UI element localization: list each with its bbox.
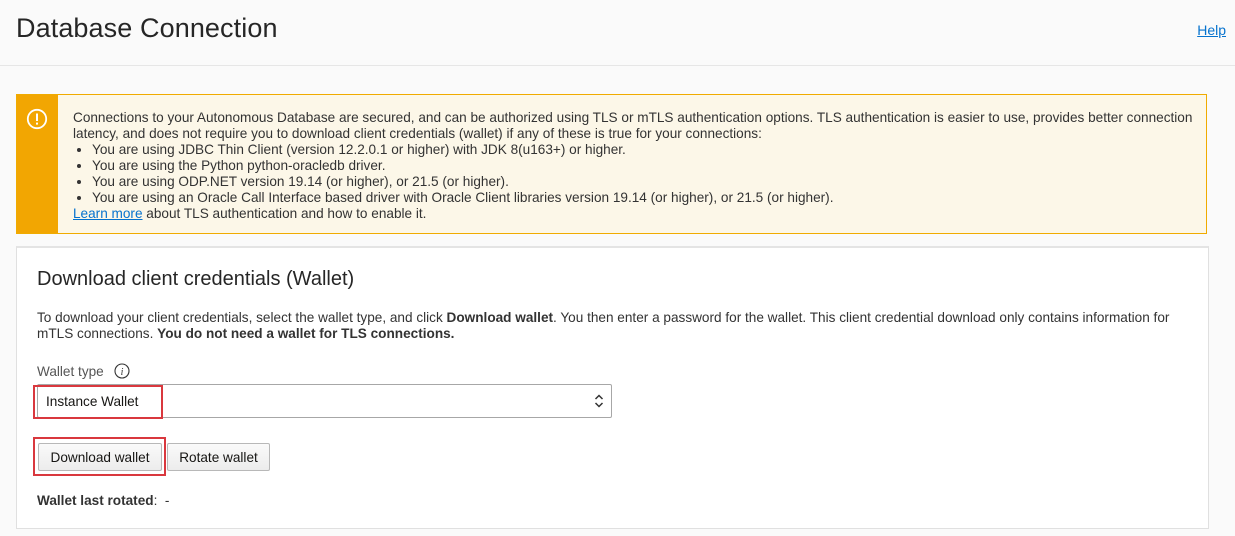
warning-circle-icon: [26, 108, 48, 130]
help-link[interactable]: Help: [1197, 22, 1226, 38]
wallet-card: Download client credentials (Wallet) To …: [16, 246, 1209, 529]
wallet-desc-text: To download your client credentials, sel…: [37, 310, 447, 325]
info-icon[interactable]: i: [114, 363, 130, 379]
wallet-last-rotated-label: Wallet last rotated: [37, 493, 154, 508]
rotate-wallet-button[interactable]: Rotate wallet: [167, 443, 270, 471]
wallet-type-label: Wallet type: [37, 364, 104, 379]
learn-more-suffix: about TLS authentication and how to enab…: [142, 206, 427, 221]
page-header: Database Connection Help: [0, 0, 1235, 66]
wallet-type-selected-value: Instance Wallet: [46, 394, 139, 409]
wallet-type-select[interactable]: Instance Wallet: [37, 384, 612, 418]
wallet-card-title: Download client credentials (Wallet): [37, 268, 355, 290]
wallet-description: To download your client credentials, sel…: [37, 310, 1197, 342]
notice-stripe: [17, 95, 58, 233]
download-wallet-button[interactable]: Download wallet: [38, 443, 162, 471]
chevron-up-down-icon: [594, 394, 604, 408]
wallet-last-rotated-value: -: [164, 493, 170, 508]
wallet-last-rotated: Wallet last rotated: -: [37, 493, 169, 508]
notice-bullet-list: You are using JDBC Thin Client (version …: [73, 142, 1193, 206]
notice-learn-more-line: Learn more about TLS authentication and …: [73, 206, 1193, 222]
svg-text:i: i: [121, 367, 124, 378]
notice-bullet: You are using the Python python-oracledb…: [92, 158, 1193, 174]
tls-notice-banner: Connections to your Autonomous Database …: [16, 94, 1207, 234]
wallet-desc-bold: You do not need a wallet for TLS connect…: [157, 326, 455, 341]
wallet-desc-bold: Download wallet: [446, 310, 554, 325]
notice-bullet: You are using an Oracle Call Interface b…: [92, 190, 1193, 206]
notice-bullet: You are using JDBC Thin Client (version …: [92, 142, 1193, 158]
wallet-last-rotated-separator: :: [153, 493, 158, 508]
notice-bullet: You are using ODP.NET version 19.14 (or …: [92, 174, 1193, 190]
notice-intro: Connections to your Autonomous Database …: [73, 110, 1193, 141]
notice-body: Connections to your Autonomous Database …: [73, 110, 1193, 222]
learn-more-link[interactable]: Learn more: [73, 206, 143, 221]
page-title: Database Connection: [16, 13, 278, 43]
